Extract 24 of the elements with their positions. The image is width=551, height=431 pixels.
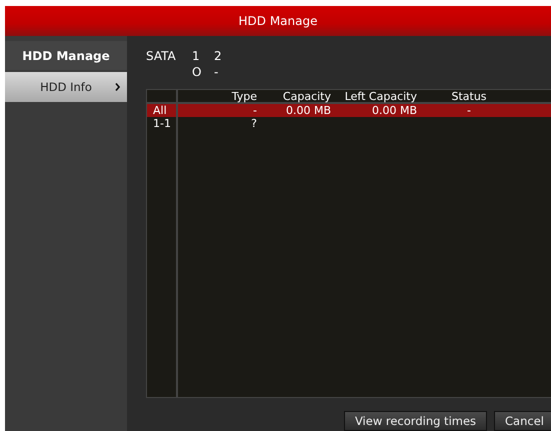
table-cell-text: All: [152, 104, 168, 117]
table-row[interactable]: All - 0.00 MB 0.00 MB -: [147, 104, 551, 117]
column-header: Left Capacity: [344, 90, 418, 103]
port-number: 2: [214, 48, 223, 64]
table-cell-text: 1-1: [152, 117, 172, 130]
sata-label: SATA: [146, 48, 177, 64]
column-header: Status: [450, 90, 488, 103]
table-cell-text: 0.00 MB: [284, 104, 332, 117]
chevron-icon: [115, 83, 120, 91]
window-title: HDD Manage: [5, 6, 551, 36]
cancel-button[interactable]: Cancel: [494, 411, 551, 431]
port-number: 1: [192, 48, 201, 64]
table-cell-text: 0.00 MB: [370, 104, 418, 117]
column-header: Type: [230, 90, 258, 103]
table-cell-text: ?: [250, 117, 258, 130]
table-cell-text: -: [252, 104, 258, 117]
column-header: Capacity: [282, 90, 332, 103]
port-status: -: [214, 64, 220, 80]
table-cell-text: -: [466, 104, 472, 117]
sidebar-item[interactable]: HDD Info: [5, 72, 127, 102]
view-recording-times-button[interactable]: View recording times: [344, 411, 488, 431]
port-status: O: [192, 64, 202, 80]
sidebar-heading: HDD Manage: [5, 41, 127, 70]
table-row[interactable]: 1-1 ?: [147, 117, 551, 130]
